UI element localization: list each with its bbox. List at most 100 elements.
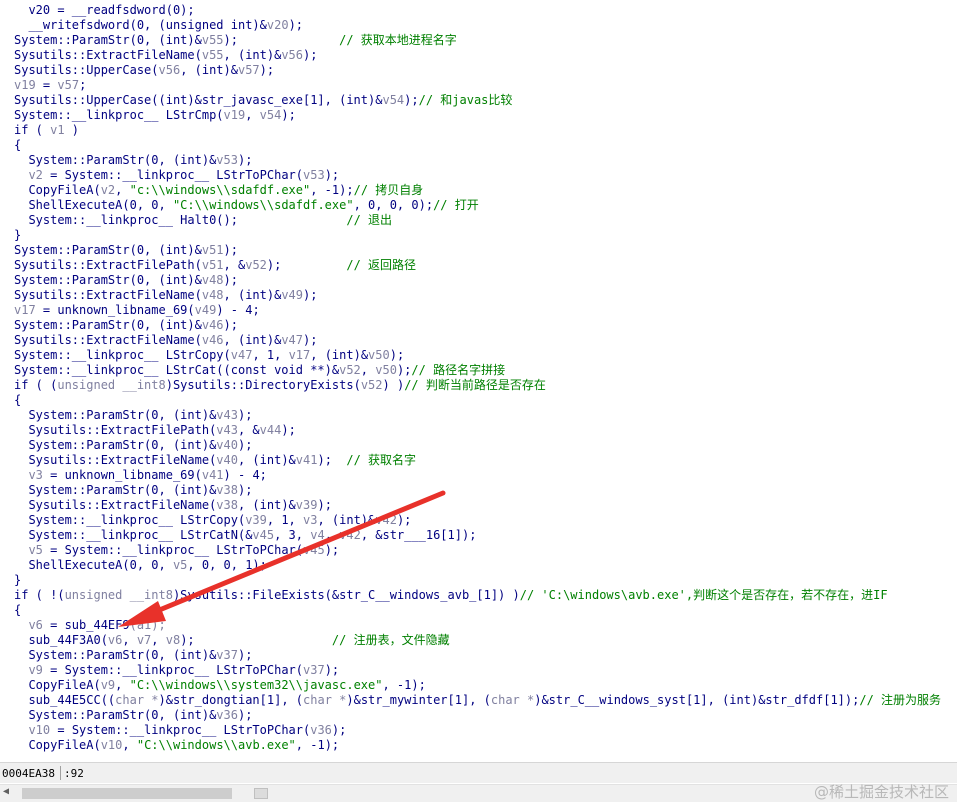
code-line[interactable]: if ( !(unsigned __int8)Sysutils::FileExi…	[14, 588, 888, 603]
code-token: // 注册表，文件隐藏	[194, 633, 450, 647]
code-line[interactable]: System::ParamStr(0, (int)&v37);	[14, 648, 252, 663]
code-token: )Sysutils::FileExists(&str_C__windows_av…	[172, 588, 520, 602]
code-token: )	[64, 123, 80, 137]
code-line[interactable]: sub_44E5CC((char *)&str_dongtian[1], (ch…	[14, 693, 941, 708]
code-token: , (int)&	[310, 348, 369, 362]
code-token: );	[266, 258, 282, 272]
scroll-track[interactable]	[18, 788, 938, 799]
code-line[interactable]: System::__linkproc__ LStrCatN(&v45, 3, v…	[14, 528, 476, 543]
code-token: v2	[100, 183, 116, 197]
code-line[interactable]: Sysutils::ExtractFileName(v55, (int)&v56…	[14, 48, 317, 63]
code-token: sub_44F3A0(	[14, 633, 108, 647]
code-token: = System::__linkproc__ LStrToPChar(	[42, 663, 303, 677]
code-token: );	[303, 333, 318, 347]
scroll-thumb[interactable]	[22, 788, 232, 799]
code-line[interactable]: Sysutils::ExtractFileName(v40, (int)&v41…	[14, 453, 416, 468]
scroll-left-icon[interactable]: ◀	[3, 786, 9, 797]
code-line[interactable]: System::__linkproc__ LStrCmp(v19, v54);	[14, 108, 296, 123]
code-line[interactable]: Sysutils::UpperCase(v56, (int)&v57);	[14, 63, 274, 78]
code-token: v5	[28, 543, 43, 557]
code-token: v46	[201, 318, 224, 332]
code-line[interactable]: __writefsdword(0, (unsigned int)&v20);	[14, 18, 303, 33]
code-token: v46	[201, 333, 224, 347]
code-line[interactable]: System::__linkproc__ LStrCopy(v47, 1, v1…	[14, 348, 404, 363]
code-token: System::ParamStr(0, (int)&	[14, 33, 202, 47]
code-token: // 退出	[237, 213, 393, 227]
code-line[interactable]: System::ParamStr(0, (int)&v48);	[14, 273, 238, 288]
code-line[interactable]: {	[14, 603, 21, 618]
scroll-thumb-grip[interactable]	[254, 788, 268, 799]
code-line[interactable]: v17 = unknown_libname_69(v49) - 4;	[14, 303, 260, 318]
code-line[interactable]: System::__linkproc__ LStrCopy(v39, 1, v3…	[14, 513, 411, 528]
code-line[interactable]: if ( (unsigned __int8)Sysutils::Director…	[14, 378, 546, 393]
code-token: Sysutils::ExtractFileName(	[14, 288, 202, 302]
code-line[interactable]: System::__linkproc__ LStrCat((const void…	[14, 363, 505, 378]
code-token: , &	[237, 423, 260, 437]
code-token: );	[259, 63, 275, 77]
code-line[interactable]: sub_44F3A0(v6, v7, v8); // 注册表，文件隐藏	[14, 633, 450, 648]
code-line[interactable]: System::ParamStr(0, (int)&v43);	[14, 408, 252, 423]
code-line[interactable]: Sysutils::ExtractFileName(v38, (int)&v39…	[14, 498, 331, 513]
pseudocode-view[interactable]: v20 = __readfsdword(0); __writefsdword(0…	[0, 0, 957, 760]
code-token: , -1);	[310, 183, 354, 197]
code-line[interactable]: CopyFileA(v2, "c:\\windows\\sdafdf.exe",…	[14, 183, 423, 198]
code-token: )&str_dongtian[1], (	[158, 693, 304, 707]
code-line[interactable]: Sysutils::ExtractFileName(v48, (int)&v49…	[14, 288, 317, 303]
code-line[interactable]: System::ParamStr(0, (int)&v46);	[14, 318, 238, 333]
code-token: v40	[216, 453, 238, 467]
watermark: @稀土掘金技术社区	[813, 783, 949, 801]
code-line[interactable]: v6 = sub_44EF9(a1);	[14, 618, 165, 633]
code-line[interactable]: ShellExecuteA(0, 0, v5, 0, 0, 1);	[14, 558, 266, 573]
code-token: CopyFileA(	[14, 678, 101, 692]
code-line[interactable]: CopyFileA(v10, "C:\\windows\\avb.exe", -…	[14, 738, 339, 753]
code-line[interactable]: if ( v1 )	[14, 123, 79, 138]
code-token: v3	[303, 513, 318, 527]
code-token: v57	[57, 78, 80, 92]
code-line[interactable]: Sysutils::UpperCase((int)&str_javasc_exe…	[14, 93, 512, 108]
code-line[interactable]: v5 = System::__linkproc__ LStrToPChar(v4…	[14, 543, 339, 558]
code-line[interactable]: System::__linkproc__ Halt0(); // 退出	[14, 213, 392, 228]
code-line[interactable]: CopyFileA(v9, "C:\\windows\\system32\\ja…	[14, 678, 425, 693]
code-token: v51	[201, 258, 224, 272]
code-line[interactable]: v2 = System::__linkproc__ LStrToPChar(v5…	[14, 168, 339, 183]
code-token: v50	[375, 363, 397, 377]
code-line[interactable]: }	[14, 228, 21, 243]
code-token: "C:\\windows\\system32\\javasc.exe"	[129, 678, 383, 692]
code-token: );	[389, 348, 405, 362]
code-line[interactable]: System::ParamStr(0, (int)&v40);	[14, 438, 252, 453]
code-line[interactable]: Sysutils::ExtractFilePath(v43, &v44);	[14, 423, 295, 438]
code-token: // 判断当前路径是否存在	[404, 378, 546, 392]
code-token: v45	[252, 528, 275, 542]
code-token: =	[35, 78, 58, 92]
code-line[interactable]: System::ParamStr(0, (int)&v55); // 获取本地进…	[14, 33, 457, 48]
code-line[interactable]: v9 = System::__linkproc__ LStrToPChar(v3…	[14, 663, 339, 678]
code-token: );	[331, 723, 347, 737]
code-line[interactable]: System::ParamStr(0, (int)&v53);	[14, 153, 252, 168]
code-token: System::__linkproc__ LStrCopy(	[14, 348, 231, 362]
code-token: // 打开	[433, 198, 479, 212]
code-token: ) - 4;	[223, 468, 267, 482]
code-token: v37	[303, 663, 325, 677]
code-token: v43	[216, 408, 238, 422]
code-line[interactable]: ShellExecuteA(0, 0, "C:\\windows\\sdafdf…	[14, 198, 479, 213]
code-line[interactable]: }	[14, 573, 21, 588]
code-line[interactable]: System::ParamStr(0, (int)&v36);	[14, 708, 252, 723]
code-line[interactable]: v20 = __readfsdword(0);	[14, 3, 194, 18]
code-line[interactable]: v19 = v57;	[14, 78, 86, 93]
code-token: = System::__linkproc__ LStrToPChar(	[50, 723, 311, 737]
code-line[interactable]: System::ParamStr(0, (int)&v38);	[14, 483, 252, 498]
code-token: v38	[216, 483, 238, 497]
code-token: System::__linkproc__ LStrCatN(&	[14, 528, 253, 542]
code-token: System::ParamStr(0, (int)&	[14, 483, 217, 497]
code-line[interactable]: System::ParamStr(0, (int)&v51);	[14, 243, 238, 258]
code-line[interactable]: v3 = unknown_libname_69(v41) - 4;	[14, 468, 267, 483]
code-line[interactable]: {	[14, 393, 21, 408]
code-line[interactable]: v10 = System::__linkproc__ LStrToPChar(v…	[14, 723, 346, 738]
code-line[interactable]: Sysutils::ExtractFileName(v46, (int)&v47…	[14, 333, 317, 348]
code-token: )&str_mywinter[1], (	[346, 693, 491, 707]
code-line[interactable]: Sysutils::ExtractFilePath(v51, &v52); //…	[14, 258, 416, 273]
code-token: ,	[245, 108, 260, 122]
code-token: );	[237, 408, 253, 422]
code-token: {	[14, 393, 22, 407]
code-line[interactable]: {	[14, 138, 21, 153]
